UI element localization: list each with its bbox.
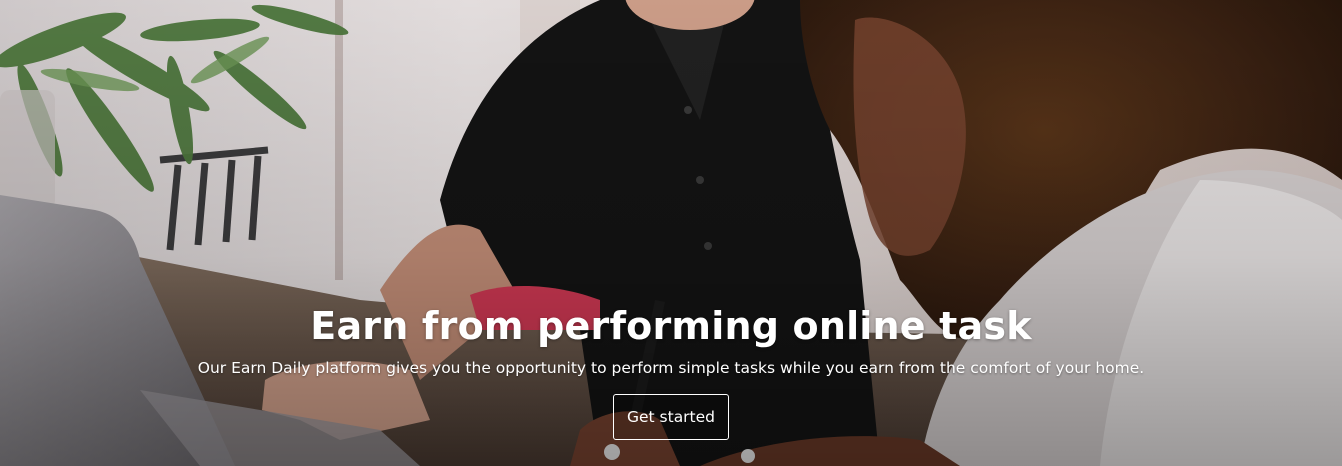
hero-subtitle: Our Earn Daily platform gives you the op… <box>197 359 1145 377</box>
hero-section: Earn from performing online task Our Ear… <box>0 0 1342 466</box>
hero-title: Earn from performing online task <box>310 304 1032 348</box>
hero-content: Earn from performing online task Our Ear… <box>0 300 1342 440</box>
get-started-button[interactable]: Get started <box>612 394 730 440</box>
